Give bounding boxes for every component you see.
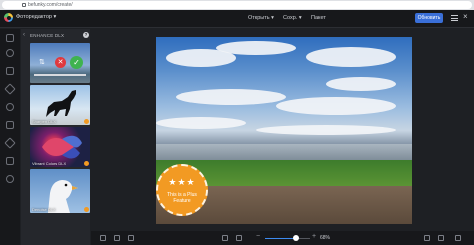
effect-label: Vibrant Colors DLX [32,161,67,166]
amount-slider[interactable] [34,74,86,76]
effect-card-enhance[interactable]: ⇅ ✕ ✓ [30,43,90,83]
help-icon[interactable]: ? [83,32,89,38]
browser-bar: befunky.com/create/ [0,0,474,10]
cloud [176,89,286,105]
plus-feature-badge[interactable]: ★★★ This is a Plus Feature [156,164,208,216]
lock-icon [22,3,26,7]
fullscreen-icon[interactable] [236,235,242,241]
menu-open[interactable]: Открыть ▾ [248,15,274,21]
delete-icon[interactable] [455,235,461,241]
cancel-button[interactable]: ✕ [55,57,66,68]
compare-icon[interactable] [114,235,120,241]
effects-icon[interactable] [4,83,16,95]
redo-icon[interactable] [438,235,444,241]
fit-screen-icon[interactable] [222,235,228,241]
zoom-out-icon[interactable]: − [256,233,260,240]
graphics-icon[interactable] [6,175,14,183]
text-icon[interactable] [6,157,14,165]
layers-icon[interactable] [100,235,106,241]
history-icon[interactable] [128,235,134,241]
update-button[interactable]: Обновить [415,13,443,23]
app-title[interactable]: Фоторедактор ▾ [16,14,56,20]
plus-badge-icon [84,207,89,212]
cloud [256,125,396,135]
cloud [326,77,396,91]
edit-icon[interactable] [6,49,14,57]
effect-card-sharpen[interactable]: Sharpen DLX [30,85,90,125]
effect-label: Sharpen DLX [32,119,57,124]
app-header [0,10,474,28]
effect-card-denoise[interactable]: Denoise DLX [30,169,90,213]
cloud [306,47,396,67]
tool-rail [0,29,20,245]
close-icon[interactable]: × [463,12,468,21]
befunky-logo-icon[interactable] [4,13,13,22]
zoom-slider-fill [265,237,296,239]
hamburger-menu-icon[interactable] [451,15,458,21]
panel-title: ENHANCE DLX [30,33,65,38]
menu-save[interactable]: Сохр. ▾ [283,15,302,21]
address-bar[interactable]: befunky.com/create/ [2,1,472,9]
effect-label: Denoise DLX [32,207,56,212]
menu-batch[interactable]: Пакет [311,15,326,21]
cloud [276,97,396,115]
cloud [216,41,296,55]
plus-badge-icon [84,119,89,124]
undo-icon[interactable] [424,235,430,241]
lake [156,144,412,160]
apply-button[interactable]: ✓ [70,56,83,69]
zoom-in-icon[interactable]: + [312,233,316,240]
zoom-slider-handle[interactable] [293,235,299,241]
effect-card-vibrant-colors[interactable]: Vibrant Colors DLX [30,127,90,167]
stars-icon: ★★★ [168,177,196,187]
settings-sliders-icon[interactable]: ⇅ [39,58,45,66]
cloud [156,117,246,129]
crop-icon[interactable] [6,34,14,42]
frame-icon[interactable] [6,121,14,129]
app-root: befunky.com/create/ Фоторедактор ▾ Откры… [0,0,474,245]
touch-up-icon[interactable] [6,103,14,111]
adjust-icon[interactable] [6,67,14,75]
overlay-icon[interactable] [4,137,16,149]
plus-feature-text: This is a Plus Feature [167,192,197,204]
back-arrow-icon[interactable]: ‹ [23,32,25,38]
plus-badge-icon [84,161,89,166]
url-text: befunky.com/create/ [28,2,73,8]
zoom-level: 68% [320,235,331,241]
